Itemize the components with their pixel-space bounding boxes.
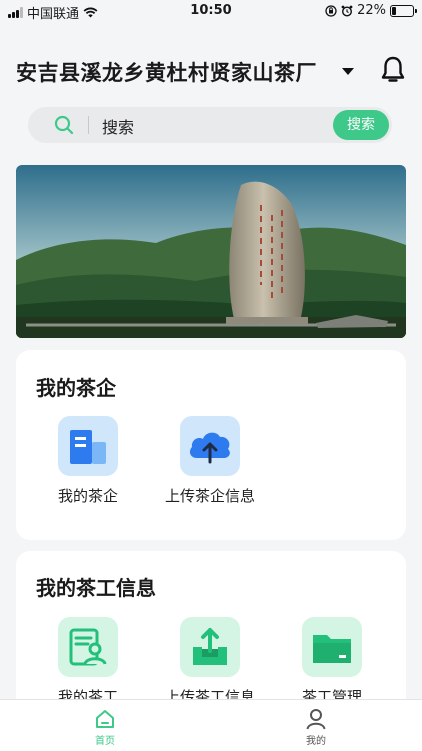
tile-label: 我的茶企 xyxy=(57,487,118,505)
banner-image[interactable] xyxy=(16,165,406,338)
upload-tray-icon xyxy=(180,617,240,677)
tab-home[interactable]: 首页 xyxy=(65,706,145,747)
search-icon xyxy=(54,115,74,135)
building-icon xyxy=(58,416,118,476)
section-title: 我的茶企 xyxy=(36,376,116,400)
home-icon xyxy=(96,710,114,728)
search-button[interactable]: 搜索 xyxy=(333,110,389,140)
tab-label-mine: 我的 xyxy=(306,736,326,747)
bell-icon[interactable] xyxy=(380,55,406,85)
caret-down-icon[interactable] xyxy=(342,68,354,75)
tile-my-workers[interactable]: 我的茶工 xyxy=(28,617,148,707)
section-title: 我的茶工信息 xyxy=(36,576,156,600)
card-my-tea-enterprise: 我的茶企 我的茶企 上传茶企信息 xyxy=(16,350,406,540)
battery-icon xyxy=(390,4,417,17)
tile-label: 上传茶企信息 xyxy=(164,487,255,505)
folder-icon xyxy=(302,617,362,677)
user-icon xyxy=(306,709,326,730)
search-input[interactable]: 搜索 xyxy=(102,114,322,138)
status-bar: 中国联通 10:50 22% xyxy=(0,0,422,22)
search-divider xyxy=(88,116,89,134)
cloud-upload-icon xyxy=(180,416,240,476)
alarm-icon xyxy=(341,5,353,17)
battery-percent: 22% xyxy=(357,3,386,18)
orientation-lock-icon xyxy=(325,4,337,17)
tile-worker-management[interactable]: 茶工管理 xyxy=(272,617,392,707)
tile-upload-workers[interactable]: 上传茶工信息 xyxy=(150,617,270,707)
worker-profile-icon xyxy=(58,617,118,677)
factory-title[interactable]: 安吉县溪龙乡黄杜村贤家山茶厂 xyxy=(16,57,317,87)
tab-mine[interactable]: 我的 xyxy=(276,706,356,747)
tile-my-enterprise[interactable]: 我的茶企 xyxy=(28,416,148,506)
header: 安吉县溪龙乡黄杜村贤家山茶厂 xyxy=(16,55,406,89)
search-bar: 搜索 搜索 xyxy=(28,107,392,143)
tile-upload-enterprise[interactable]: 上传茶企信息 xyxy=(150,416,270,506)
tab-bar: 首页 我的 xyxy=(0,699,422,751)
tab-label-home: 首页 xyxy=(95,736,115,747)
